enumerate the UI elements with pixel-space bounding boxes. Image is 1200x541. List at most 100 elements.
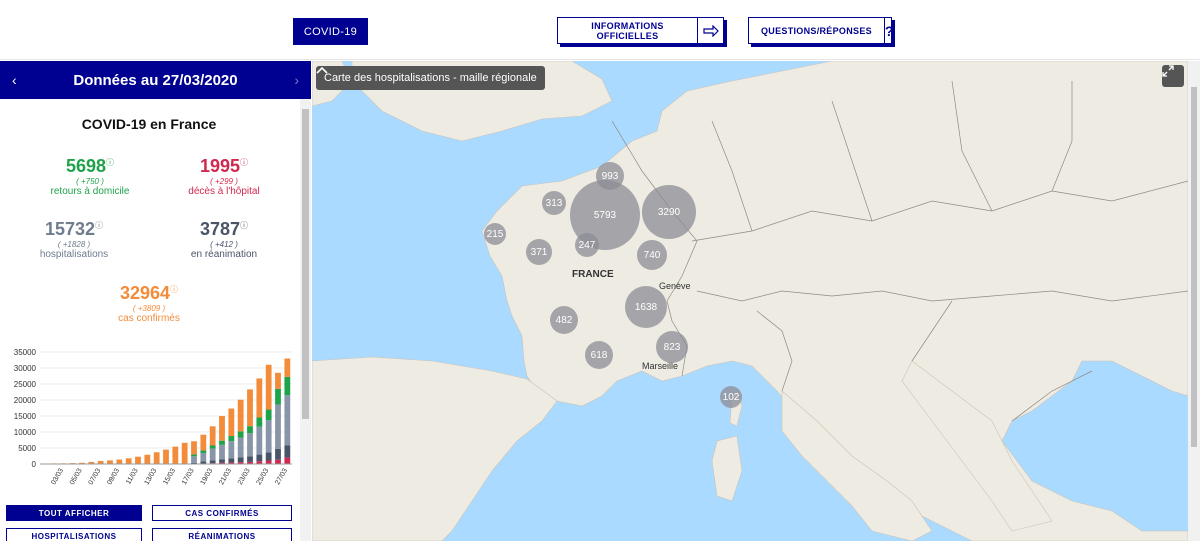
chart-x-tick: 23/03 <box>237 467 252 486</box>
chart-bar-segment <box>284 445 291 458</box>
stat-cas-value: 32964 <box>119 283 171 303</box>
chart-x-tick: 05/03 <box>69 467 84 486</box>
chart-bar-segment <box>237 437 244 458</box>
chart-y-tick: 10000 <box>14 428 37 437</box>
confirmed-cases-button[interactable]: CAS CONFIRMÉS <box>152 505 292 521</box>
chart-bar-segment <box>284 457 291 464</box>
next-date-arrow-icon[interactable]: › <box>294 72 299 88</box>
stat-retours-label: retours à domicile <box>50 186 130 197</box>
chart-bar-segment <box>163 449 169 464</box>
chart-bar-segment <box>275 448 281 460</box>
info-icon[interactable]: ⓘ <box>95 221 103 230</box>
map-bubble[interactable]: 215 <box>484 223 506 245</box>
chart-bar-segment <box>237 399 244 432</box>
map-layer-toggle[interactable]: Carte des hospitalisations - maille régi… <box>316 66 545 90</box>
chart-bar-segment <box>228 441 235 459</box>
chart-bar-segment <box>256 454 263 462</box>
chart-bar-segment <box>209 460 216 464</box>
covid-nav-button[interactable]: COVID-19 <box>293 18 368 45</box>
prev-date-arrow-icon[interactable]: ‹ <box>12 72 17 88</box>
hospitalisation-map[interactable]: Carte des hospitalisations - maille régi… <box>312 61 1188 541</box>
chart-y-tick: 0 <box>32 460 37 469</box>
chart-y-tick: 5000 <box>18 444 36 453</box>
hospitalisations-button[interactable]: HOSPITALISATIONS <box>6 528 142 541</box>
stat-cas-delta: ( +3809 ) <box>132 304 166 313</box>
panel-scrollbar[interactable] <box>300 99 311 541</box>
chart-bar-segment <box>275 404 281 449</box>
info-icon[interactable]: ⓘ <box>240 221 248 230</box>
question-icon: ? <box>883 18 894 43</box>
stat-deces-delta: ( +299 ) <box>210 177 238 186</box>
chart-y-tick: 15000 <box>14 412 37 421</box>
panel-scrollbar-thumb[interactable] <box>302 109 309 419</box>
stat-hosp-delta: ( +1828 ) <box>57 240 91 249</box>
chart-bar-segment <box>125 458 132 464</box>
chart-bar-segment <box>191 441 197 455</box>
map-bubble[interactable]: 313 <box>542 191 566 215</box>
map-bubble[interactable]: 1638 <box>625 286 667 328</box>
map-bubble[interactable]: 740 <box>637 240 667 270</box>
chart-bar-segment <box>228 436 235 442</box>
info-icon[interactable]: ⓘ <box>240 158 248 167</box>
date-header: ‹ Données au 27/03/2020 › <box>0 61 311 99</box>
label-marseille: Marseille <box>642 361 679 371</box>
chart-bar-segment <box>153 452 160 464</box>
label-france: FRANCE <box>572 269 614 280</box>
info-icon[interactable]: ⓘ <box>106 158 114 167</box>
stat-rea-value: 3787 <box>199 219 241 239</box>
chart-bar-segment <box>200 452 207 462</box>
map-bubble[interactable]: 102 <box>720 386 742 408</box>
chart-bar-segment <box>275 372 281 389</box>
chart-x-tick: 27/03 <box>274 467 289 486</box>
chart-bar-segment <box>200 434 207 451</box>
map-bubble[interactable]: 247 <box>575 233 599 257</box>
stat-retours-value: 5698 <box>65 156 107 176</box>
map-bubble[interactable]: 823 <box>656 331 688 363</box>
reanimations-button[interactable]: RÉANIMATIONS <box>152 528 292 541</box>
chart-bar-segment <box>247 456 253 462</box>
chart-bar-segment <box>265 420 272 453</box>
stat-cas: 32964ⓘ ( +3809 ) cas confirmés <box>79 283 219 324</box>
data-panel: ‹ Données au 27/03/2020 › COVID-19 en Fr… <box>0 61 311 541</box>
chart-bar-segment <box>191 456 197 463</box>
chart-bar-segment <box>209 445 216 449</box>
chart-x-tick: 25/03 <box>256 467 271 486</box>
chart-bar-segment <box>265 364 272 410</box>
stat-deces: 1995ⓘ ( +299 ) décès à l'hôpital <box>154 156 294 197</box>
chart-bar-segment <box>191 454 197 457</box>
show-all-button[interactable]: TOUT AFFICHER <box>6 505 142 521</box>
fullscreen-icon[interactable] <box>1162 65 1184 87</box>
chart-bar-segment <box>219 440 225 445</box>
faq-label: QUESTIONS/RÉPONSES <box>761 25 872 36</box>
map-bubble[interactable]: 618 <box>585 341 613 369</box>
label-geneve: Genève <box>659 281 691 291</box>
map-bubble[interactable]: 482 <box>550 306 578 334</box>
chart-bar-segment <box>247 389 253 427</box>
chart-x-tick: 03/03 <box>50 467 65 486</box>
cases-bar-chart: 0 5000 10000 15000 20000 25000 30000 35000 03/03… <box>14 348 292 486</box>
chart-bar-segment <box>284 376 291 396</box>
chart-bar-segment <box>284 358 291 377</box>
chart-x-tick: 17/03 <box>181 467 196 486</box>
info-icon[interactable]: ⓘ <box>170 285 178 294</box>
map-bubble[interactable]: 3290 <box>642 185 696 239</box>
stat-hosp-value: 15732 <box>44 219 96 239</box>
stat-rea-label: en réanimation <box>190 249 258 260</box>
chart-bar-segment <box>256 426 263 455</box>
page-scrollbar[interactable] <box>1188 61 1200 541</box>
chart-x-tick: 09/03 <box>106 467 121 486</box>
map-basemap <box>312 61 1188 541</box>
chart-bar-segment <box>265 460 272 464</box>
stat-deces-value: 1995 <box>199 156 241 176</box>
chart-bar-segment <box>181 442 188 464</box>
map-bubble[interactable]: 371 <box>526 239 552 265</box>
official-info-button[interactable]: INFORMATIONS OFFICIELLES <box>557 17 724 44</box>
chart-bar-segment <box>200 461 207 464</box>
chart-bar-segment <box>247 426 253 434</box>
chart-x-tick: 21/03 <box>218 467 233 486</box>
chart-y-tick: 35000 <box>14 348 37 357</box>
chevron-up-icon <box>316 66 328 74</box>
chart-bar-segment <box>237 457 244 463</box>
faq-button[interactable]: QUESTIONS/RÉPONSES ? <box>748 17 894 44</box>
page-scrollbar-thumb[interactable] <box>1191 87 1197 447</box>
